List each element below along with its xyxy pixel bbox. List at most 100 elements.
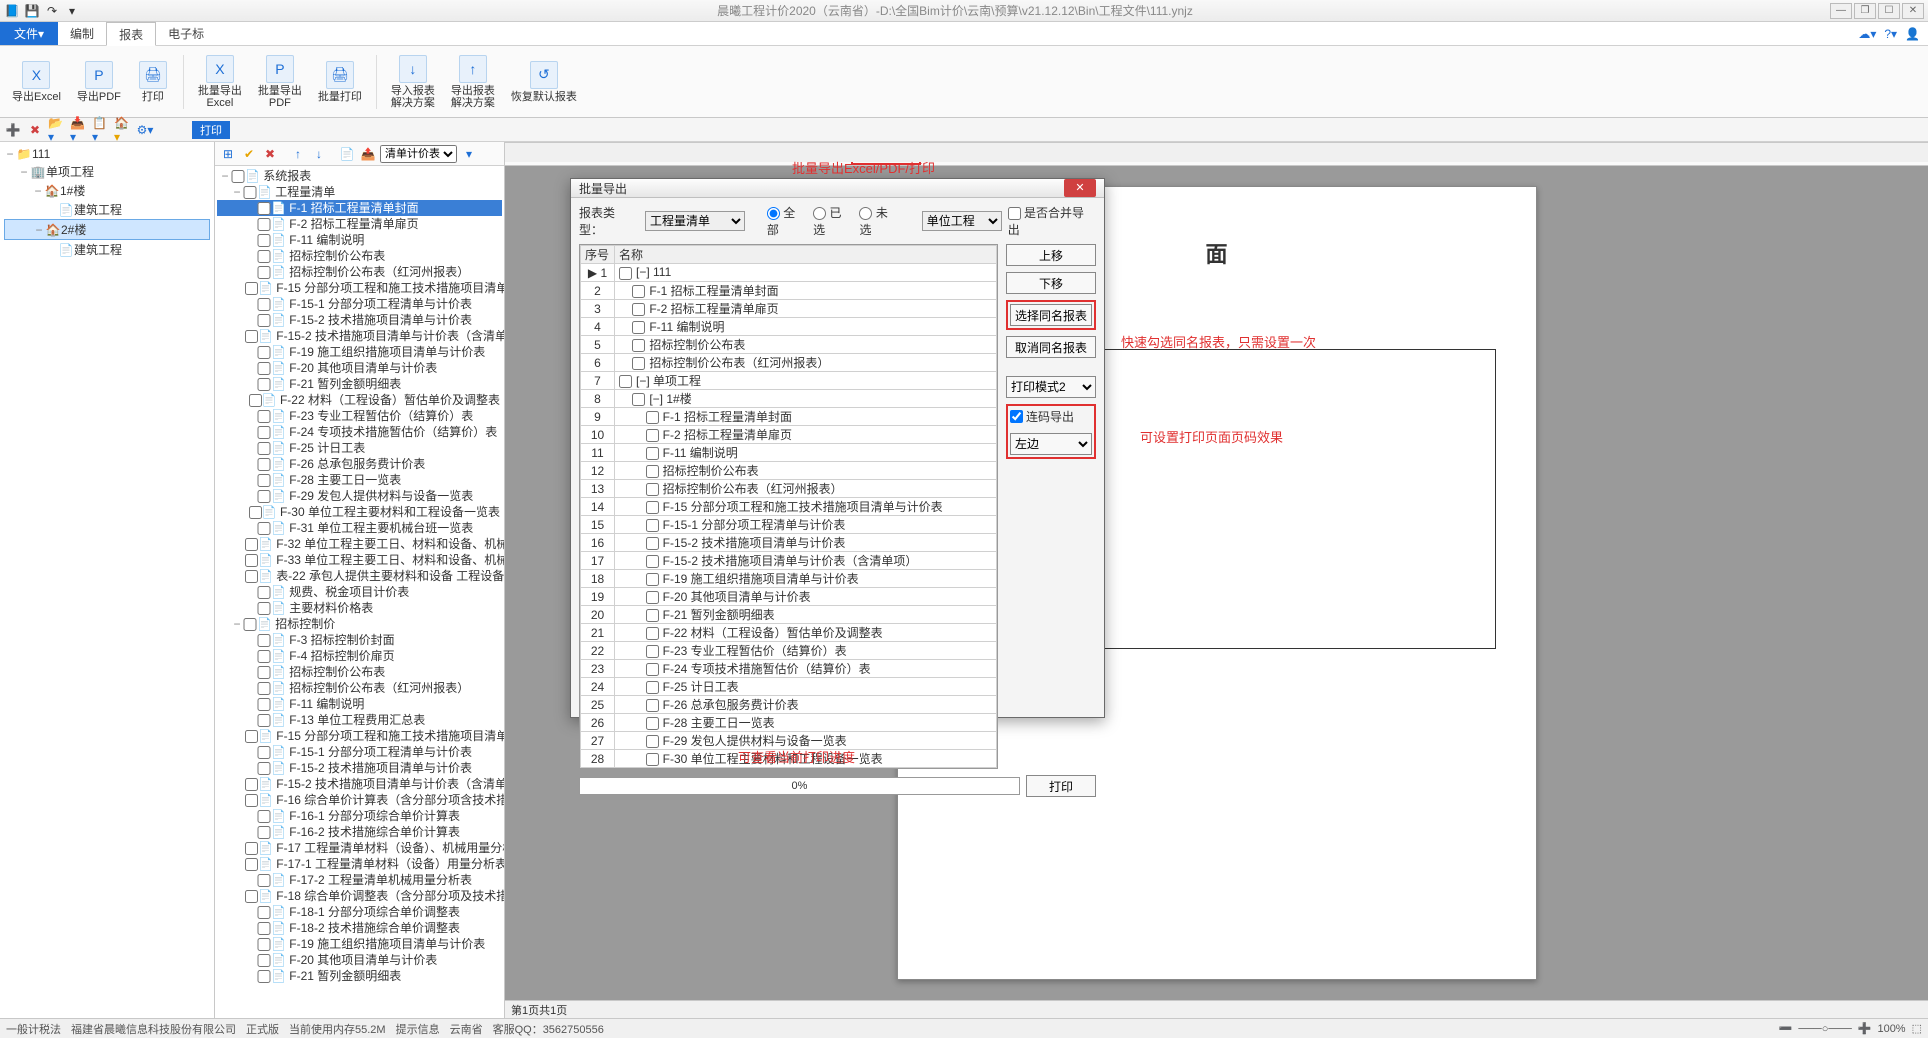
radio-selected[interactable]: 已选 [813, 204, 853, 238]
ribbon-导入报表解决方案[interactable]: ↓导入报表 解决方案 [385, 53, 441, 111]
report-node[interactable]: 📄 F-20 其他项目清单与计价表 [217, 360, 502, 376]
dialog-print-button[interactable]: 打印 [1026, 775, 1096, 797]
dialog-row[interactable]: 17 F-15-2 技术措施项目清单与计价表（含清单项） [581, 552, 997, 570]
tab-report[interactable]: 报表 [106, 22, 156, 46]
report-node[interactable]: 📄 F-17-2 工程量清单机械用量分析表 [217, 872, 502, 888]
report-node[interactable]: −📄 工程量清单 [217, 184, 502, 200]
dialog-row[interactable]: 2 F-1 招标工程量清单封面 [581, 282, 997, 300]
tree-item[interactable]: 📄建筑工程 [4, 240, 210, 259]
tab-ebid[interactable]: 电子标 [156, 22, 216, 45]
report-node[interactable]: 📄 F-26 总承包服务费计价表 [217, 456, 502, 472]
report-node[interactable]: 📄 F-11 编制说明 [217, 696, 502, 712]
dialog-row[interactable]: 9 F-1 招标工程量清单封面 [581, 408, 997, 426]
report-tree[interactable]: −📄 系统报表−📄 工程量清单📄 F-1 招标工程量清单封面📄 F-2 招标工程… [215, 166, 504, 1018]
report-node[interactable]: −📄 招标控制价 [217, 616, 502, 632]
ribbon-导出PDF[interactable]: P导出PDF [71, 59, 127, 105]
report-node[interactable]: 📄 招标控制价公布表 [217, 664, 502, 680]
report-node[interactable]: 📄 F-4 招标控制价扉页 [217, 648, 502, 664]
report-node[interactable]: 📄 F-16-1 分部分项综合单价计算表 [217, 808, 502, 824]
report-node[interactable]: 📄 F-28 主要工日一览表 [217, 472, 502, 488]
move-up-button[interactable]: 上移 [1006, 244, 1096, 266]
dialog-type-select[interactable]: 工程量清单 [645, 211, 745, 231]
dialog-row[interactable]: 23 F-24 专项技术措施暂估价（结算价）表 [581, 660, 997, 678]
redo-icon[interactable]: ↷ [44, 3, 60, 19]
report-node[interactable]: 📄 F-19 施工组织措施项目清单与计价表 [217, 936, 502, 952]
report-node[interactable]: 📄 F-30 单位工程主要材料和工程设备一览表 [217, 504, 502, 520]
dialog-row[interactable]: 24 F-25 计日工表 [581, 678, 997, 696]
tab-compile[interactable]: 编制 [58, 22, 106, 45]
dialog-row[interactable]: 12 招标控制价公布表 [581, 462, 997, 480]
report-node[interactable]: 📄 F-3 招标控制价封面 [217, 632, 502, 648]
tree-item[interactable]: −📁111 [4, 146, 210, 162]
dialog-row[interactable]: 26 F-28 主要工日一览表 [581, 714, 997, 732]
report-node[interactable]: 📄 F-18-1 分部分项综合单价调整表 [217, 904, 502, 920]
ribbon-恢复默认报表[interactable]: ↺恢复默认报表 [505, 59, 583, 105]
radio-all[interactable]: 全部 [767, 204, 807, 238]
dialog-close-button[interactable]: ✕ [1064, 179, 1096, 197]
dialog-row[interactable]: 10 F-2 招标工程量清单扉页 [581, 426, 997, 444]
report-node[interactable]: 📄 F-17 工程量清单材料（设备）、机械用量分析 [217, 840, 502, 856]
save-icon[interactable]: 💾 [24, 3, 40, 19]
report-node[interactable]: 📄 F-16-2 技术措施综合单价计算表 [217, 824, 502, 840]
add-icon[interactable]: ➕ [4, 121, 22, 139]
dialog-row[interactable]: 6 招标控制价公布表（红河州报表） [581, 354, 997, 372]
report-node[interactable]: 📄 F-22 材料（工程设备）暂估单价及调整表 [217, 392, 502, 408]
report-node[interactable]: 📄 F-2 招标工程量清单扉页 [217, 216, 502, 232]
help-icon[interactable]: ?▾ [1884, 27, 1897, 41]
dialog-grid[interactable]: 序号 名称 ▶ 1[−] 1112 F-1 招标工程量清单封面3 F-2 招标工… [579, 244, 998, 769]
ribbon-批量打印[interactable]: 🖨批量打印 [312, 59, 368, 105]
report-node[interactable]: 📄 表-22 承包人提供主要材料和设备 工程设备一览表（ [217, 568, 502, 584]
report-node[interactable]: 📄 F-15-2 技术措施项目清单与计价表（含清单项） [217, 328, 502, 344]
tree-item[interactable]: 📄建筑工程 [4, 200, 210, 219]
report-node[interactable]: 📄 F-18-2 技术措施综合单价调整表 [217, 920, 502, 936]
report-node[interactable]: 📄 F-18 综合单价调整表（含分部分项及技术措施） [217, 888, 502, 904]
gear-icon[interactable]: ⚙▾ [136, 121, 154, 139]
export-icon[interactable]: 📤 [359, 145, 377, 163]
select-same-button[interactable]: 选择同名报表 [1010, 304, 1092, 326]
dialog-row[interactable]: 18 F-19 施工组织措施项目清单与计价表 [581, 570, 997, 588]
dialog-row[interactable]: 25 F-26 总承包服务费计价表 [581, 696, 997, 714]
restore-button[interactable]: ❐ [1854, 3, 1876, 19]
delete-icon[interactable]: ✖ [26, 121, 44, 139]
import-icon[interactable]: 📥▾ [70, 121, 88, 139]
cancel-same-button[interactable]: 取消同名报表 [1006, 336, 1096, 358]
report-node[interactable]: 📄 规费、税金项目计价表 [217, 584, 502, 600]
expand-icon[interactable]: ⊞ [219, 145, 237, 163]
tree-item[interactable]: −🏢单项工程 [4, 162, 210, 181]
ribbon-批量导出PDF[interactable]: P批量导出 PDF [252, 53, 308, 111]
report-node[interactable]: 📄 F-15-1 分部分项工程清单与计价表 [217, 296, 502, 312]
report-node[interactable]: 📄 F-31 单位工程主要机械台班一览表 [217, 520, 502, 536]
report-node[interactable]: 📄 F-15-1 分部分项工程清单与计价表 [217, 744, 502, 760]
file-menu[interactable]: 文件 ▾ [0, 22, 58, 45]
remove-icon[interactable]: ✖ [261, 145, 279, 163]
dialog-row[interactable]: ▶ 1[−] 111 [581, 264, 997, 282]
zoom-out-icon[interactable]: ➖ [1779, 1022, 1793, 1035]
dialog-row[interactable]: 5 招标控制价公布表 [581, 336, 997, 354]
down-icon[interactable]: ↓ [310, 145, 328, 163]
report-node[interactable]: 📄 F-17-1 工程量清单材料（设备）用量分析表 [217, 856, 502, 872]
report-node[interactable]: 📄 F-15 分部分项工程和施工技术措施项目清单与 [217, 728, 502, 744]
ribbon-导出Excel[interactable]: X导出Excel [6, 59, 67, 105]
report-node[interactable]: 📄 F-24 专项技术措施暂估价（结算价）表 [217, 424, 502, 440]
ribbon-批量导出Excel[interactable]: X批量导出 Excel [192, 53, 248, 111]
dialog-row[interactable]: 4 F-11 编制说明 [581, 318, 997, 336]
more-icon[interactable]: ▾ [460, 145, 478, 163]
dialog-row[interactable]: 27 F-29 发包人提供材料与设备一览表 [581, 732, 997, 750]
report-node[interactable]: 📄 F-21 暂列金额明细表 [217, 376, 502, 392]
report-node[interactable]: 📄 F-32 单位工程主要工日、材料和设备、机械台 [217, 536, 502, 552]
fit-icon[interactable]: ⬚ [1912, 1022, 1922, 1035]
dialog-row[interactable]: 28 F-30 单位工程主要材料和工程设备一览表 [581, 750, 997, 768]
dialog-row[interactable]: 22 F-23 专业工程暂估价（结算价）表 [581, 642, 997, 660]
tool-icon[interactable]: 📂▾ [48, 121, 66, 139]
report-node[interactable]: 📄 主要材料价格表 [217, 600, 502, 616]
ribbon-导出报表解决方案[interactable]: ↑导出报表 解决方案 [445, 53, 501, 111]
dialog-row[interactable]: 21 F-22 材料（工程设备）暂估单价及调整表 [581, 624, 997, 642]
zoom-in-icon[interactable]: ➕ [1858, 1022, 1872, 1035]
print-tab[interactable]: 打印 [192, 121, 230, 139]
dialog-row[interactable]: 14 F-15 分部分项工程和施工技术措施项目清单与计价表 [581, 498, 997, 516]
report-node[interactable]: 📄 F-20 其他项目清单与计价表 [217, 952, 502, 968]
maximize-button[interactable]: ☐ [1878, 3, 1900, 19]
report-node[interactable]: 📄 F-19 施工组织措施项目清单与计价表 [217, 344, 502, 360]
print-mode-select[interactable]: 打印模式2 [1006, 376, 1096, 398]
qat-icon[interactable]: 📘 [4, 3, 20, 19]
